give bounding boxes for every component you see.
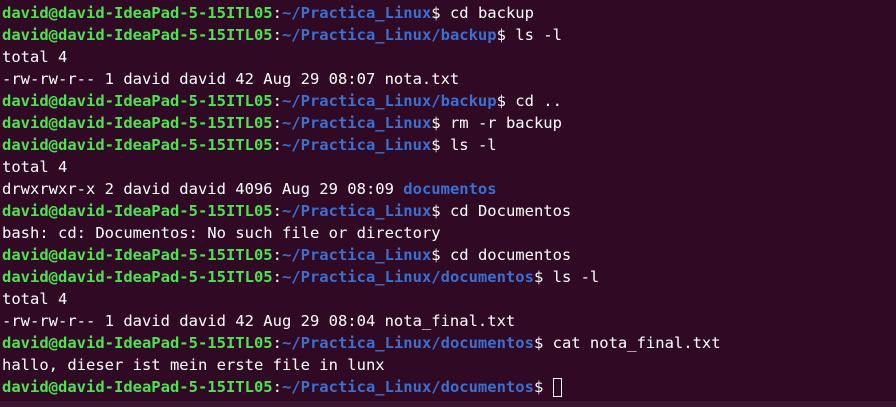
terminal-window[interactable]: david@david-IdeaPad-5-15ITL05:~/Practica… (0, 0, 896, 407)
command-text: cd .. (515, 92, 562, 110)
prompt-line: david@david-IdeaPad-5-15ITL05:~/Practica… (2, 332, 896, 354)
prompt-line: david@david-IdeaPad-5-15ITL05:~/Practica… (2, 90, 896, 112)
prompt-line: david@david-IdeaPad-5-15ITL05:~/Practica… (2, 376, 896, 398)
prompt-user: david@david-IdeaPad-5-15ITL05 (2, 26, 273, 44)
prompt-colon: : (272, 92, 282, 110)
prompt-dollar: $ (496, 92, 516, 110)
command-text: cd backup (449, 4, 534, 22)
prompt-colon: : (272, 114, 282, 132)
prompt-path: ~/Practica_Linux/documentos (281, 334, 534, 352)
prompt-user: david@david-IdeaPad-5-15ITL05 (2, 334, 273, 352)
prompt-dollar: $ (496, 26, 516, 44)
prompt-dollar: $ (533, 378, 553, 396)
prompt-user: david@david-IdeaPad-5-15ITL05 (2, 246, 273, 264)
prompt-path: ~/Practica_Linux (281, 202, 432, 220)
prompt-path: ~/Practica_Linux/backup (281, 92, 497, 110)
prompt-line: david@david-IdeaPad-5-15ITL05:~/Practica… (2, 244, 896, 266)
prompt-dollar: $ (431, 136, 450, 154)
prompt-dollar: $ (431, 246, 450, 264)
output-line: -rw-rw-r-- 1 david david 42 Aug 29 08:07… (2, 70, 460, 88)
command-text: ls -l (552, 268, 600, 286)
prompt-path: ~/Practica_Linux (281, 136, 432, 154)
terminal-output: david@david-IdeaPad-5-15ITL05:~/Practica… (2, 2, 896, 398)
prompt-dollar: $ (431, 4, 450, 22)
output-line: total 4 (2, 48, 68, 66)
prompt-user: david@david-IdeaPad-5-15ITL05 (2, 114, 273, 132)
prompt-line: david@david-IdeaPad-5-15ITL05:~/Practica… (2, 112, 896, 134)
command-text: rm -r backup (449, 114, 562, 132)
prompt-colon: : (272, 268, 282, 286)
prompt-user: david@david-IdeaPad-5-15ITL05 (2, 4, 273, 22)
directory-name: documentos (403, 180, 497, 198)
prompt-line: david@david-IdeaPad-5-15ITL05:~/Practica… (2, 2, 896, 24)
prompt-path: ~/Practica_Linux (281, 114, 432, 132)
prompt-user: david@david-IdeaPad-5-15ITL05 (2, 268, 273, 286)
prompt-dollar: $ (431, 202, 450, 220)
prompt-colon: : (272, 334, 282, 352)
prompt-dollar: $ (533, 334, 553, 352)
command-text: ls -l (515, 26, 562, 44)
listing-text: drwxrwxr-x 2 david david 4096 Aug 29 08:… (2, 180, 404, 198)
text-cursor[interactable] (552, 378, 562, 397)
prompt-colon: : (272, 4, 282, 22)
prompt-path: ~/Practica_Linux (281, 4, 432, 22)
prompt-line: david@david-IdeaPad-5-15ITL05:~/Practica… (2, 266, 896, 288)
output-line: bash: cd: Documentos: No such file or di… (2, 224, 441, 242)
prompt-user: david@david-IdeaPad-5-15ITL05 (2, 136, 273, 154)
prompt-colon: : (272, 246, 282, 264)
prompt-user: david@david-IdeaPad-5-15ITL05 (2, 92, 273, 110)
prompt-colon: : (272, 26, 282, 44)
output-line: total 4 (2, 290, 68, 308)
output-line: total 4 (2, 158, 68, 176)
listing-line: drwxrwxr-x 2 david david 4096 Aug 29 08:… (2, 178, 896, 200)
output-line: hallo, dieser ist mein erste file in lun… (2, 356, 385, 374)
prompt-path: ~/Practica_Linux/documentos (281, 268, 534, 286)
prompt-line: david@david-IdeaPad-5-15ITL05:~/Practica… (2, 200, 896, 222)
prompt-user: david@david-IdeaPad-5-15ITL05 (2, 202, 273, 220)
prompt-path: ~/Practica_Linux (281, 246, 432, 264)
command-text: cd documentos (449, 246, 572, 264)
prompt-path: ~/Practica_Linux/documentos (281, 378, 534, 396)
prompt-path: ~/Practica_Linux/backup (281, 26, 497, 44)
output-line: -rw-rw-r-- 1 david david 42 Aug 29 08:04… (2, 312, 516, 330)
prompt-colon: : (272, 136, 282, 154)
command-text: cd Documentos (449, 202, 572, 220)
prompt-dollar: $ (533, 268, 553, 286)
prompt-user: david@david-IdeaPad-5-15ITL05 (2, 378, 273, 396)
terminal-bottom-edge (0, 401, 896, 407)
prompt-line: david@david-IdeaPad-5-15ITL05:~/Practica… (2, 24, 896, 46)
command-text: ls -l (449, 136, 497, 154)
prompt-colon: : (272, 202, 282, 220)
command-text: cat nota_final.txt (552, 334, 721, 352)
prompt-colon: : (272, 378, 282, 396)
prompt-line: david@david-IdeaPad-5-15ITL05:~/Practica… (2, 134, 896, 156)
prompt-dollar: $ (431, 114, 450, 132)
